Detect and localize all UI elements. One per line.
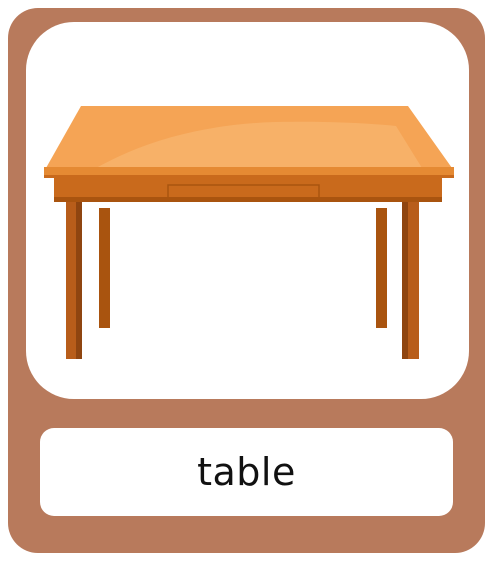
table-front-leg-left-shade	[76, 202, 82, 359]
table-back-leg-left	[99, 208, 110, 328]
image-panel	[26, 22, 469, 399]
table-front-leg-right-shade	[402, 202, 408, 359]
flashcard: table	[8, 8, 485, 553]
word-label-panel: table	[40, 428, 453, 516]
word-label: table	[197, 450, 296, 494]
table-back-leg-right	[376, 208, 387, 328]
table-top-edge-shadow	[44, 175, 454, 178]
table-illustration	[44, 106, 454, 359]
